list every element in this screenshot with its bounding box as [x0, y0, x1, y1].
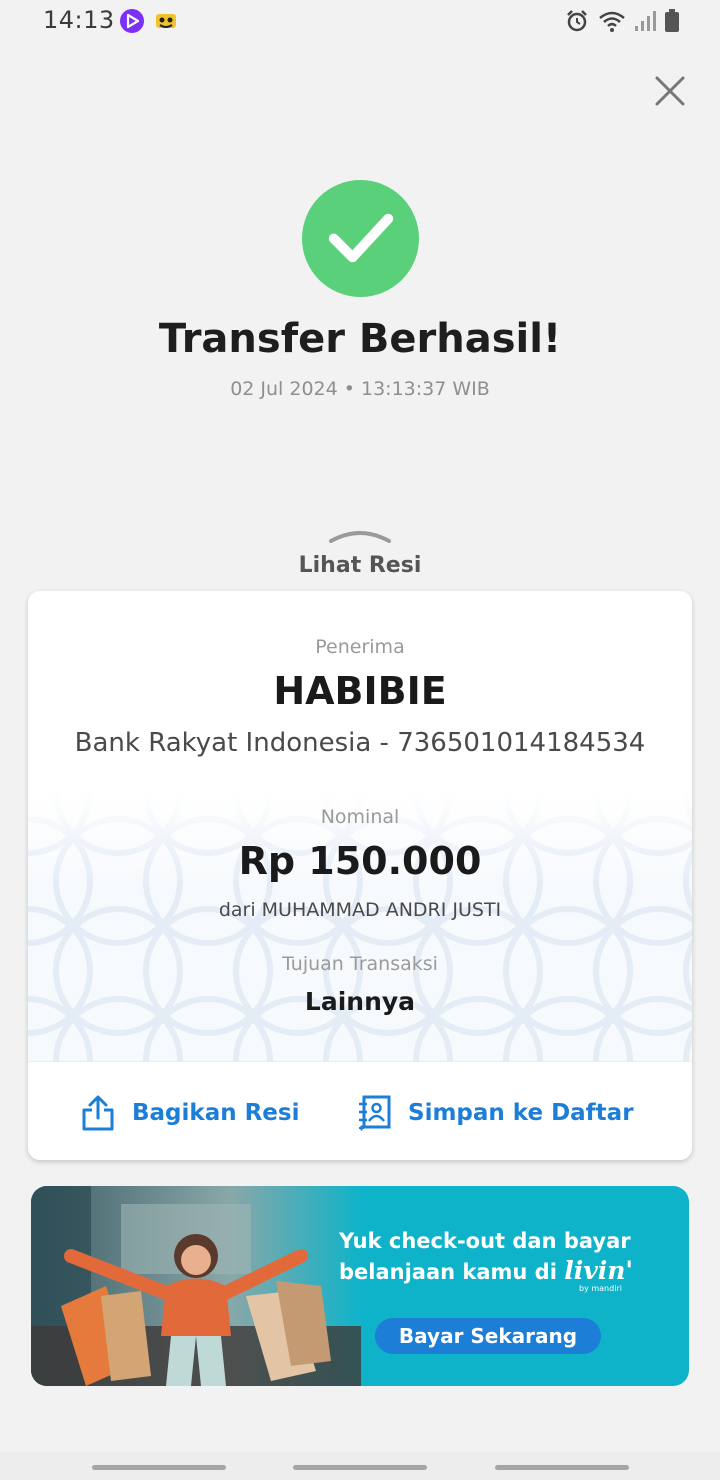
share-receipt-button[interactable]: Bagikan Resi	[80, 1091, 299, 1135]
check-circle-icon	[301, 179, 420, 298]
recipient-label: Penerima	[315, 636, 405, 658]
alarm-icon	[567, 10, 587, 32]
game-app-icon	[156, 14, 176, 28]
livin-logo: livin'	[564, 1256, 634, 1285]
promo-photo	[31, 1186, 361, 1386]
pay-now-button[interactable]: Bayar Sekarang	[375, 1318, 601, 1354]
share-receipt-label: Bagikan Resi	[132, 1100, 300, 1126]
promo-line-2-prefix: belanjaan kamu di	[339, 1260, 557, 1284]
promo-line-1: Yuk check-out dan bayar	[339, 1229, 631, 1253]
recipient-name: HABIBIE	[273, 669, 447, 713]
navigation-bar	[0, 1452, 720, 1480]
promo-line-2: belanjaan kamu di livin'	[339, 1256, 679, 1287]
save-to-list-button[interactable]: Simpan ke Daftar	[356, 1091, 634, 1135]
transaction-timestamp: 02 Jul 2024 • 13:13:37 WIB	[230, 378, 490, 400]
nav-recents-handle[interactable]	[92, 1465, 226, 1470]
transfer-amount: Rp 150.000	[238, 839, 482, 883]
nav-back-handle[interactable]	[495, 1465, 629, 1470]
promo-banner[interactable]: Yuk check-out dan bayar belanjaan kamu d…	[31, 1186, 689, 1386]
recipient-bank-account: Bank Rakyat Indonesia - 736501014184534	[74, 728, 646, 758]
close-icon[interactable]	[653, 74, 687, 108]
view-receipt-toggle[interactable]: Lihat Resi	[0, 528, 720, 578]
signal-icon	[635, 11, 656, 31]
page-title: Transfer Berhasil!	[158, 316, 562, 362]
media-app-icon	[120, 9, 144, 33]
promo-text: Yuk check-out dan bayar belanjaan kamu d…	[339, 1226, 679, 1287]
card-divider	[28, 1061, 692, 1062]
nominal-label: Nominal	[320, 806, 400, 828]
save-to-list-label: Simpan ke Daftar	[408, 1100, 634, 1126]
share-icon	[82, 1095, 114, 1131]
status-time: 14:13	[43, 6, 115, 34]
chevron-up-icon	[329, 531, 391, 543]
battery-icon	[665, 9, 679, 32]
status-bar: 14:13	[0, 0, 720, 44]
wifi-icon	[599, 11, 625, 32]
purpose-label: Tujuan Transaksi	[282, 953, 438, 975]
receipt-card: Penerima HABIBIE Bank Rakyat Indonesia -…	[28, 591, 692, 1160]
transaction-purpose: Lainnya	[304, 987, 416, 1016]
nav-home-handle[interactable]	[293, 1465, 427, 1470]
save-contact-icon	[359, 1095, 391, 1131]
view-receipt-label: Lihat Resi	[298, 553, 422, 578]
livin-logo-subtitle: by mandiri	[579, 1284, 622, 1293]
sender-name: dari MUHAMMAD ANDRI JUSTI	[218, 899, 502, 921]
background-pattern	[28, 791, 692, 1061]
